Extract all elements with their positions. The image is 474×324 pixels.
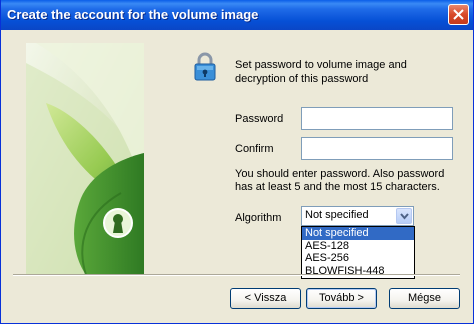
confirm-password-field[interactable] bbox=[301, 137, 453, 160]
close-icon bbox=[453, 9, 464, 20]
algorithm-select[interactable]: Not specified bbox=[301, 206, 414, 226]
leaf-keyhole-banner bbox=[26, 43, 144, 275]
algorithm-option[interactable]: AES-128 bbox=[302, 240, 414, 253]
password-hint: You should enter password. Also password… bbox=[235, 168, 445, 193]
close-button[interactable] bbox=[448, 4, 469, 25]
back-button[interactable]: < Vissza bbox=[230, 288, 301, 309]
keyhole-icon bbox=[103, 208, 133, 238]
lock-icon bbox=[194, 52, 216, 81]
confirm-label: Confirm bbox=[235, 143, 274, 155]
banner-image bbox=[26, 43, 144, 275]
password-label: Password bbox=[235, 113, 284, 125]
dialog-content: Set password to volume image and decrypt… bbox=[4, 30, 471, 321]
algorithm-label: Algorithm bbox=[235, 212, 282, 224]
password-field[interactable] bbox=[301, 107, 453, 130]
algorithm-option[interactable]: AES-256 bbox=[302, 252, 414, 265]
divider bbox=[13, 274, 460, 276]
chevron-down-icon bbox=[400, 213, 409, 220]
algorithm-dropdown-list: Not specified AES-128 AES-256 BLOWFISH-4… bbox=[301, 226, 415, 279]
cancel-button[interactable]: Mégse bbox=[389, 288, 460, 309]
info-text: Set password to volume image and decrypt… bbox=[235, 59, 407, 85]
next-button[interactable]: Tovább > bbox=[306, 288, 377, 309]
dropdown-button[interactable] bbox=[396, 208, 412, 224]
window-title: Create the account for the volume image bbox=[7, 7, 259, 22]
algorithm-selected-value: Not specified bbox=[305, 209, 369, 221]
title-bar[interactable]: Create the account for the volume image bbox=[1, 0, 473, 30]
dialog-window: Create the account for the volume image bbox=[0, 0, 474, 324]
algorithm-option[interactable]: Not specified bbox=[302, 227, 414, 240]
